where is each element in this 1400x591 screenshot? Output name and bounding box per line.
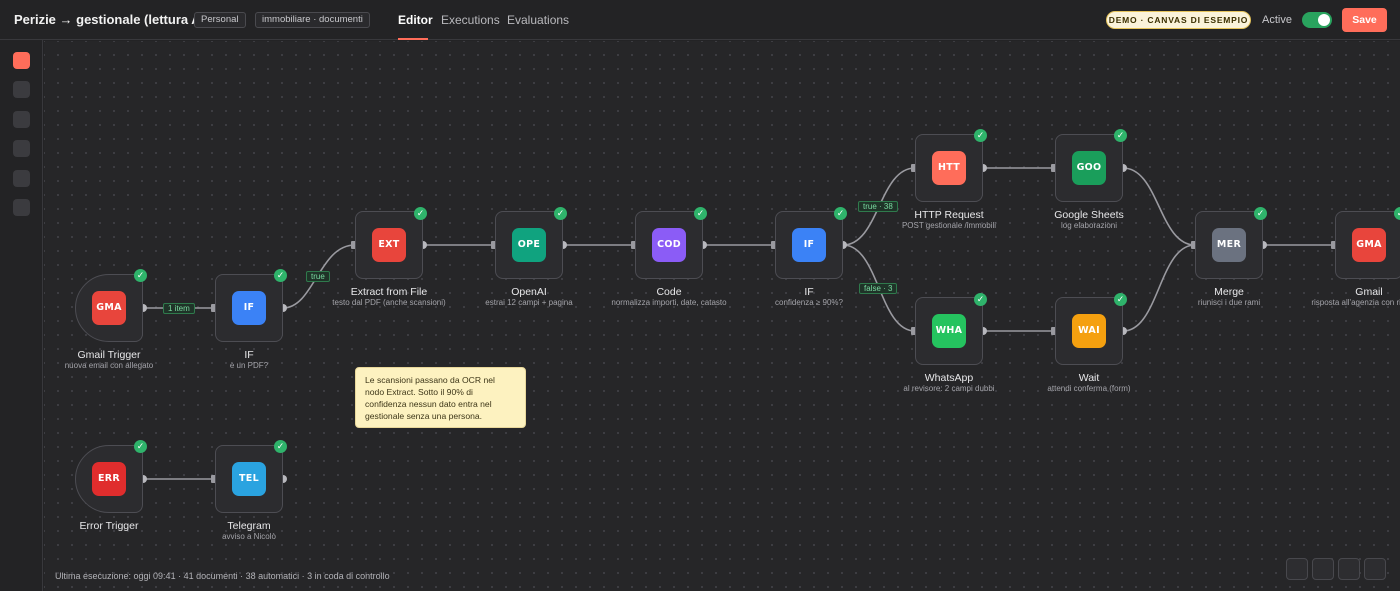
http-icon: HTT: [932, 151, 966, 185]
wait-icon: WAI: [1072, 314, 1106, 348]
workflow-canvas[interactable]: 1 item true true · 38 false · 3 GMA ✓ Gm…: [44, 41, 1400, 591]
active-label: Active: [1262, 14, 1292, 26]
whatsapp-icon: WHA: [932, 314, 966, 348]
node-label: Telegram: [227, 520, 271, 532]
node-openai[interactable]: OPE: [495, 211, 563, 279]
active-tab-indicator: [398, 38, 428, 40]
tab-executions[interactable]: Executions: [441, 13, 500, 27]
if-icon: IF: [792, 228, 826, 262]
toggle-knob: [1318, 14, 1330, 26]
sidebar-button-4[interactable]: [13, 170, 30, 187]
sidebar-button-2[interactable]: [13, 111, 30, 128]
success-check-icon: ✓: [694, 207, 707, 220]
openai-icon: OPE: [512, 228, 546, 262]
add-node-button[interactable]: [13, 52, 30, 69]
edge-label-true: true: [306, 271, 330, 282]
node-label: Wait: [1078, 372, 1100, 384]
node-subtitle: confidenza ≥ 90%?: [775, 298, 843, 307]
node-http-request[interactable]: HTT: [915, 134, 983, 202]
node-gmail[interactable]: GMA: [1335, 211, 1400, 279]
node-if-pdf[interactable]: IF: [215, 274, 283, 342]
sheets-icon: GOO: [1072, 151, 1106, 185]
sidebar-button-5[interactable]: [13, 199, 30, 216]
node-google-sheets[interactable]: GOO: [1055, 134, 1123, 202]
save-button[interactable]: Save: [1342, 8, 1387, 32]
edge-label-items: 1 item: [163, 303, 195, 314]
execution-summary: Ultima esecuzione: oggi 09:41 · 41 docum…: [55, 571, 390, 581]
tab-editor[interactable]: Editor: [398, 13, 433, 27]
node-whatsapp[interactable]: WHA: [915, 297, 983, 365]
node-if-confidence[interactable]: IF: [775, 211, 843, 279]
node-subtitle: è un PDF?: [229, 361, 269, 370]
labels-tag[interactable]: immobiliare · documenti: [255, 12, 370, 28]
workflow-title[interactable]: Perizie → gestionale (lettura AI): [14, 12, 209, 27]
node-label: IF: [804, 286, 814, 298]
success-check-icon: ✓: [1114, 129, 1127, 142]
reset-zoom-button[interactable]: [1364, 558, 1386, 580]
success-check-icon: ✓: [274, 269, 287, 282]
zoom-out-button[interactable]: [1338, 558, 1360, 580]
success-check-icon: ✓: [134, 440, 147, 453]
telegram-icon: TEL: [232, 462, 266, 496]
node-wait[interactable]: WAI: [1055, 297, 1123, 365]
success-check-icon: ✓: [974, 129, 987, 142]
success-check-icon: ✓: [1394, 207, 1400, 220]
success-check-icon: ✓: [1114, 293, 1127, 306]
demo-badge: DEMO · CANVAS DI ESEMPIO: [1106, 11, 1251, 29]
sidebar-button-1[interactable]: [13, 81, 30, 98]
success-check-icon: ✓: [274, 440, 287, 453]
node-subtitle: avviso a Nicolò: [222, 532, 276, 541]
node-code[interactable]: COD: [635, 211, 703, 279]
node-subtitle: log elaborazioni: [1060, 221, 1118, 230]
error-icon: ERR: [92, 462, 126, 496]
tab-evaluations[interactable]: Evaluations: [507, 13, 569, 27]
gmail-icon: GMA: [1352, 228, 1386, 262]
sidebar-button-3[interactable]: [13, 140, 30, 157]
node-merge[interactable]: MER: [1195, 211, 1263, 279]
node-subtitle: attendi conferma (form): [1047, 384, 1131, 393]
zoom-in-button[interactable]: [1312, 558, 1334, 580]
node-gmail-trigger[interactable]: GMA: [75, 274, 143, 342]
sticky-note[interactable]: Le scansioni passano da OCR nel nodo Ext…: [355, 367, 526, 428]
node-telegram[interactable]: TEL: [215, 445, 283, 513]
node-label: Gmail: [1355, 286, 1383, 298]
left-sidebar: [0, 40, 43, 591]
node-extract-from-file[interactable]: EXT: [355, 211, 423, 279]
code-icon: COD: [652, 228, 686, 262]
node-label: IF: [244, 349, 254, 361]
merge-icon: MER: [1212, 228, 1246, 262]
success-check-icon: ✓: [834, 207, 847, 220]
success-check-icon: ✓: [1254, 207, 1267, 220]
node-label: Google Sheets: [1054, 209, 1124, 221]
if-icon: IF: [232, 291, 266, 325]
top-bar: Perizie → gestionale (lettura AI) Person…: [0, 0, 1400, 40]
extract-icon: EXT: [372, 228, 406, 262]
gmail-icon: GMA: [92, 291, 126, 325]
node-subtitle: risposta all'agenzia con riepilogo: [1311, 298, 1400, 307]
success-check-icon: ✓: [554, 207, 567, 220]
node-error-trigger[interactable]: ERR: [75, 445, 143, 513]
success-check-icon: ✓: [134, 269, 147, 282]
project-tag[interactable]: Personal: [194, 12, 246, 28]
active-toggle[interactable]: [1302, 12, 1332, 28]
success-check-icon: ✓: [414, 207, 427, 220]
zoom-to-fit-button[interactable]: [1286, 558, 1308, 580]
success-check-icon: ✓: [974, 293, 987, 306]
edge-sheets-merge: [1122, 167, 1196, 246]
